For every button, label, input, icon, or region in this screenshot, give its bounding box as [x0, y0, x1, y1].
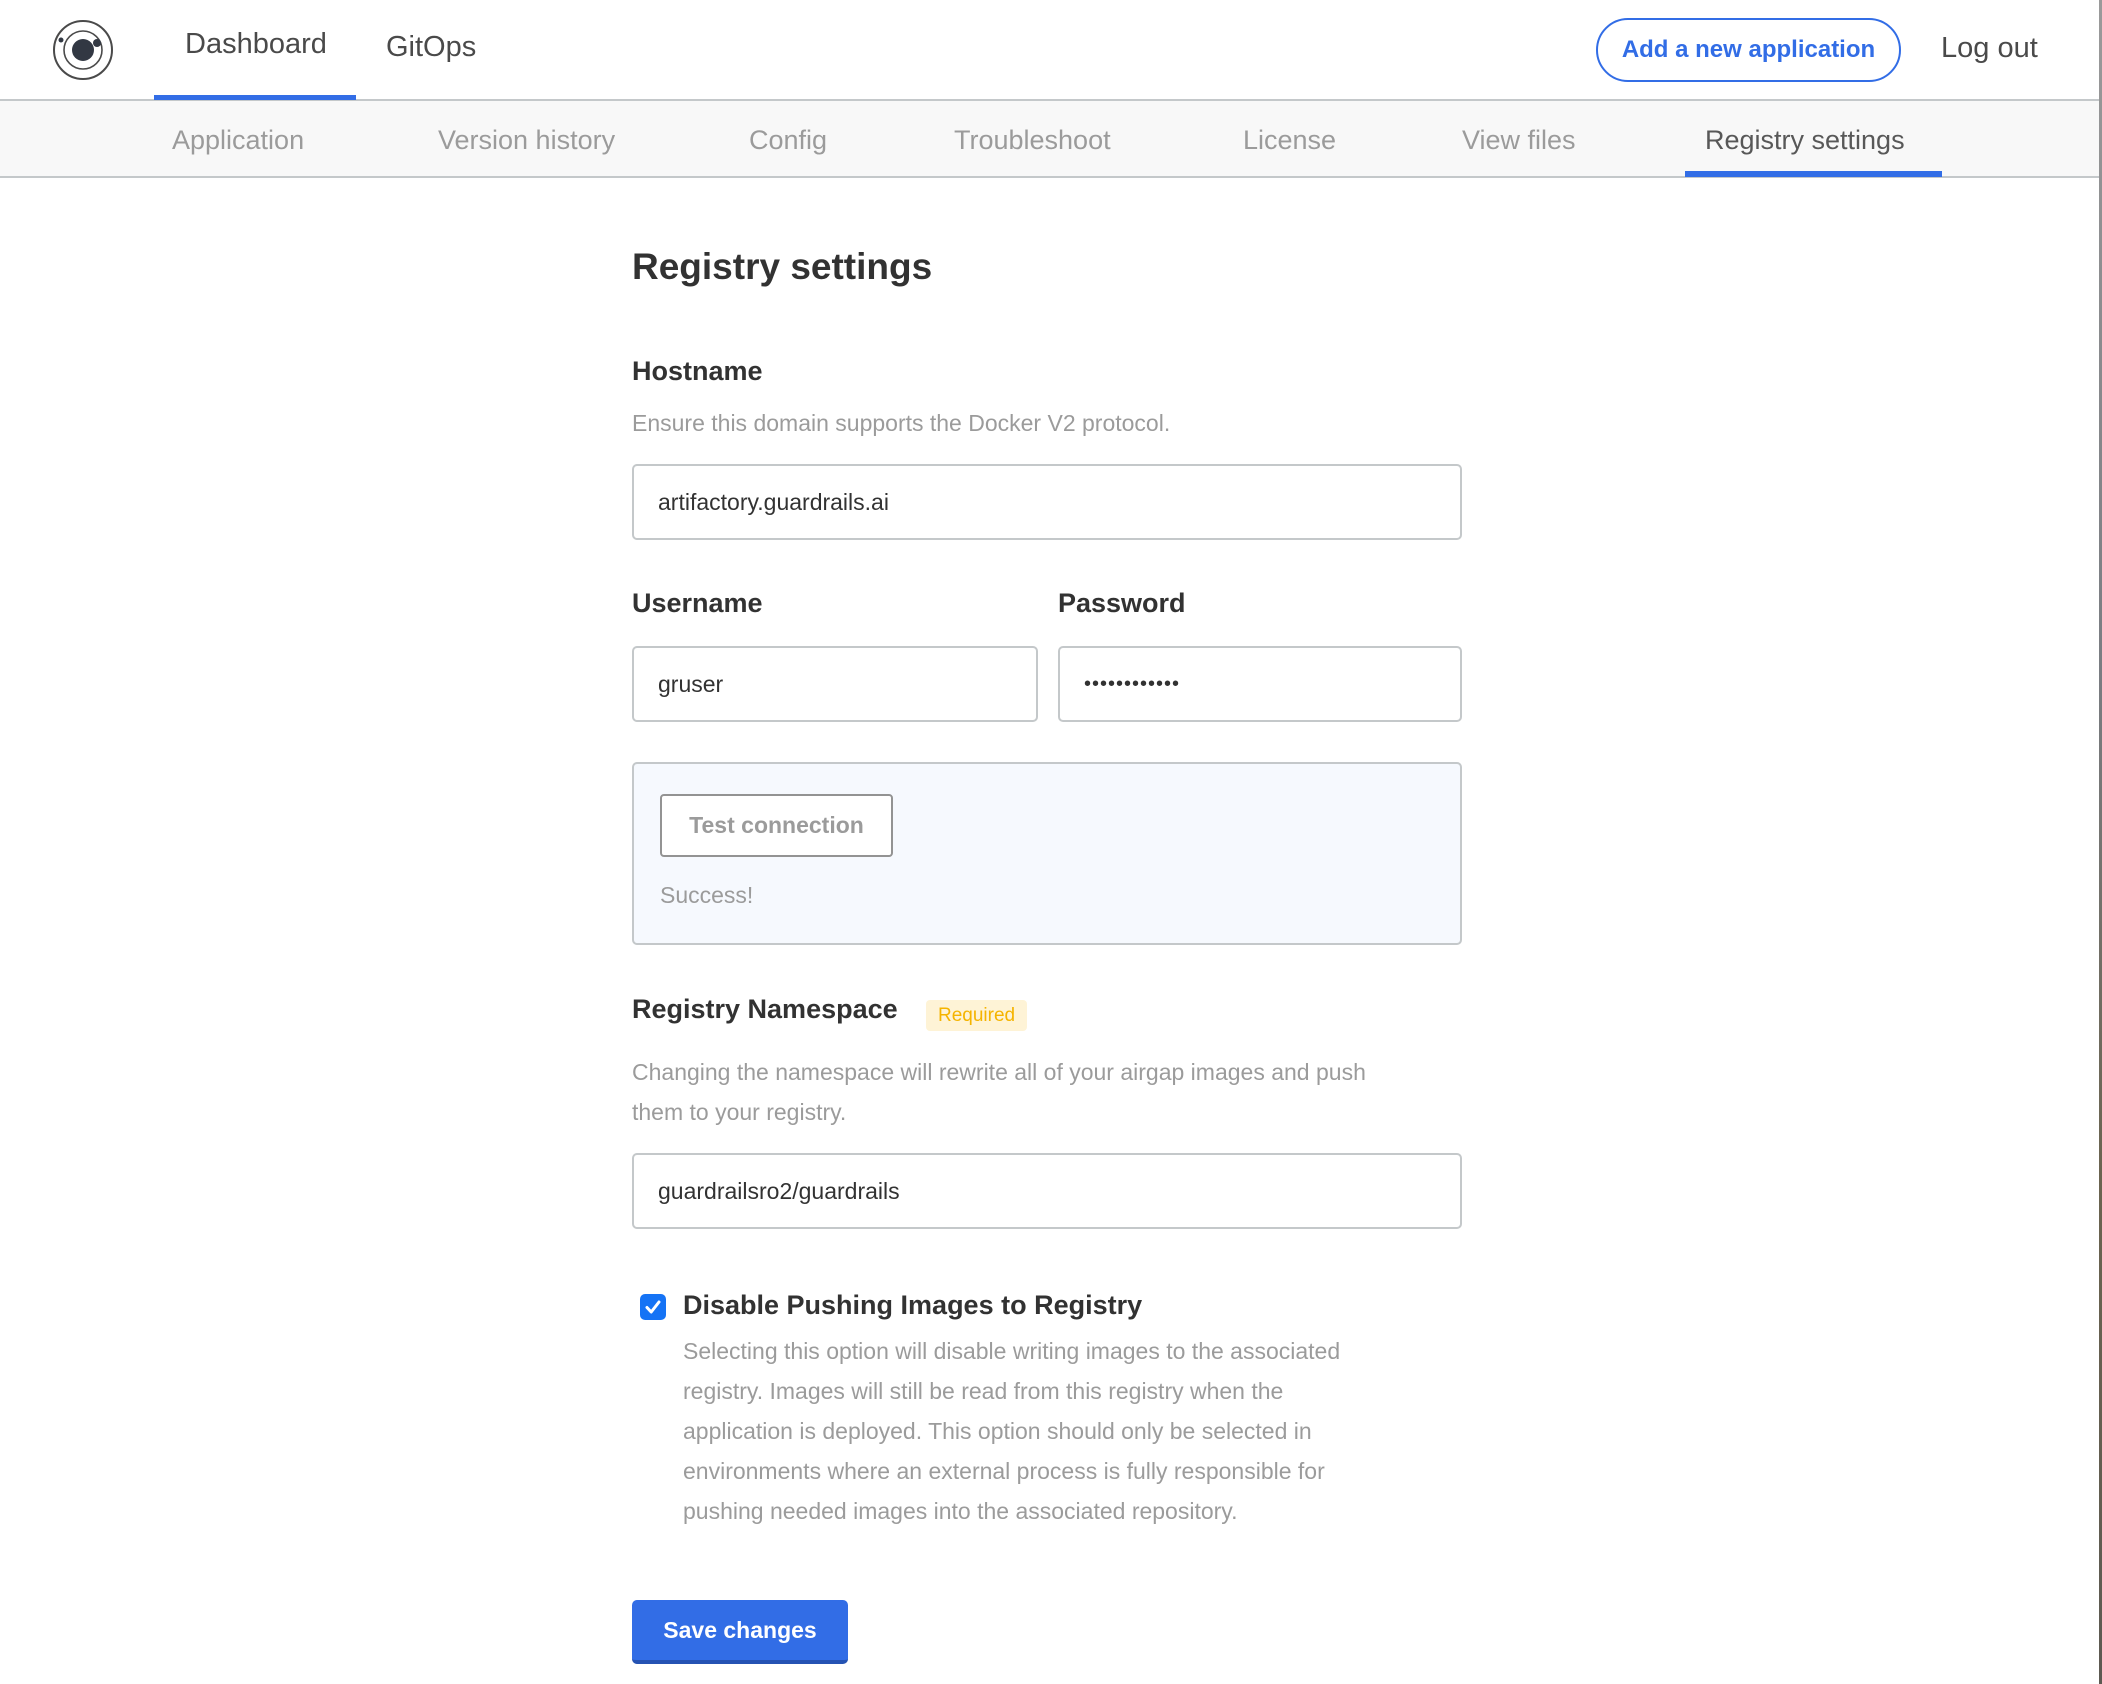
hostname-input[interactable] — [632, 464, 1462, 540]
tab-config[interactable]: Config — [749, 125, 827, 156]
tab-registry-settings[interactable]: Registry settings — [1705, 125, 1905, 156]
disable-push-checkbox[interactable] — [640, 1294, 666, 1320]
tab-troubleshoot[interactable]: Troubleshoot — [954, 125, 1111, 156]
disable-push-description-line-5: pushing needed images into the associate… — [683, 1498, 1238, 1524]
registry-namespace-input[interactable] — [632, 1153, 1462, 1229]
disable-push-label[interactable]: Disable Pushing Images to Registry — [683, 1290, 1142, 1321]
disable-push-description-line-3: application is deployed. This option sho… — [683, 1418, 1312, 1444]
test-connection-panel: Test connection Success! — [632, 762, 1462, 945]
checkmark-icon — [645, 1300, 661, 1314]
logout-link[interactable]: Log out — [1941, 32, 2038, 65]
nav-active-indicator — [154, 95, 356, 100]
tab-version-history[interactable]: Version history — [438, 125, 615, 156]
disable-push-description-line-2: registry. Images will still be read from… — [683, 1378, 1284, 1404]
tab-application[interactable]: Application — [172, 125, 304, 156]
page-title: Registry settings — [632, 246, 933, 287]
nav-gitops[interactable]: GitOps — [386, 31, 476, 64]
save-changes-button[interactable]: Save changes — [632, 1600, 848, 1664]
namespace-description-line-2: them to your registry. — [632, 1099, 847, 1125]
required-badge: Required — [926, 1000, 1028, 1031]
tab-view-files[interactable]: View files — [1462, 125, 1576, 156]
password-input[interactable] — [1058, 646, 1462, 722]
username-label: Username — [632, 588, 763, 618]
namespace-description-line-1: Changing the namespace will rewrite all … — [632, 1059, 1366, 1085]
hostname-description: Ensure this domain supports the Docker V… — [632, 410, 1171, 436]
app-subnav: Application Version history Config Troub… — [0, 101, 2100, 178]
tab-license[interactable]: License — [1243, 125, 1336, 156]
test-connection-button[interactable]: Test connection — [660, 794, 893, 857]
app-logo-icon[interactable] — [52, 19, 114, 81]
top-header: Dashboard GitOps Add a new application L… — [0, 0, 2100, 101]
disable-push-description-line-1: Selecting this option will disable writi… — [683, 1338, 1341, 1364]
test-connection-status: Success! — [660, 882, 754, 908]
registry-namespace-label: Registry Namespace — [632, 994, 898, 1024]
disable-push-description-line-4: environments where an external process i… — [683, 1458, 1325, 1484]
add-new-application-button[interactable]: Add a new application — [1596, 18, 1901, 82]
password-label: Password — [1058, 588, 1186, 618]
username-input[interactable] — [632, 646, 1038, 722]
tab-active-indicator — [1685, 171, 1942, 177]
nav-dashboard[interactable]: Dashboard — [185, 28, 327, 61]
hostname-label: Hostname — [632, 356, 763, 386]
